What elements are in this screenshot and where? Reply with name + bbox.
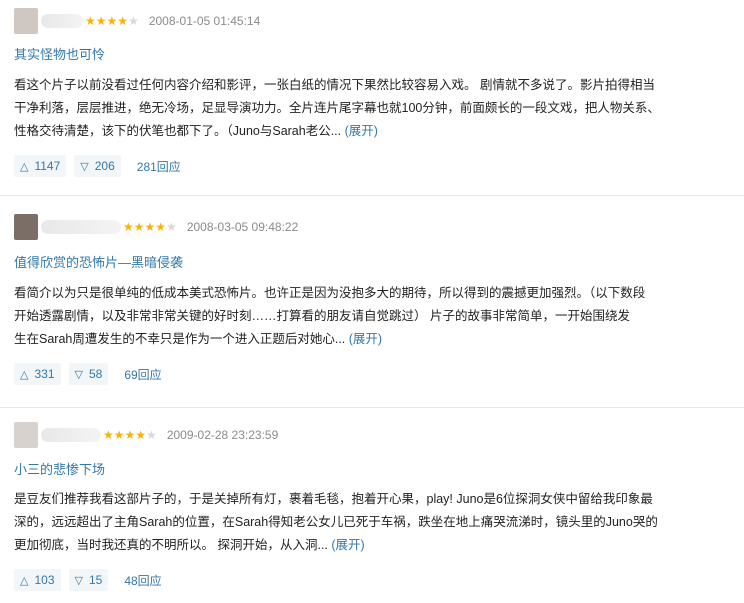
star-icon: ★ (85, 14, 96, 28)
star-icon: ★ (123, 220, 134, 234)
review-time: 2009-02-28 23:23:59 (166, 428, 279, 442)
star-icon: ★ (95, 14, 107, 28)
downvote-count: 206 (94, 159, 115, 173)
username-blurred[interactable] (41, 14, 83, 28)
triangle-down-icon: ▽ (74, 368, 83, 381)
star-icon: ★ (133, 220, 145, 234)
review-content-line: 看这个片子以前没看过任何内容介绍和影评，一张白纸的情况下果然比较容易入戏。 剧情… (14, 78, 655, 92)
upvote-button[interactable]: △ 103 (14, 569, 61, 591)
review-content-tail: 更加彻底，当时我还真的不明所以。 探洞开始，从入洞... (14, 538, 328, 552)
review-card: ★ ★ ★ ★ ★ 2008-03-05 09:48:22 值得欣赏的恐怖片—黑… (0, 196, 744, 408)
star-icon: ★ (124, 428, 136, 442)
rating-stars: ★ ★ ★ ★ ★ (103, 429, 157, 441)
review-content: 看简介以为只是很单纯的低成本美式恐怖片。也许正是因为没抱多大的期待，所以得到的震… (14, 282, 690, 351)
downvote-button[interactable]: ▽ 15 (68, 569, 109, 591)
review-time: 2008-03-05 09:48:22 (186, 220, 299, 234)
downvote-button[interactable]: ▽ 206 (74, 155, 121, 177)
review-actions: △ 331 ▽ 58 69回应 (14, 362, 162, 386)
review-content-line: 性格交待清楚，该下的伏笔也都下了。（Juno与Sarah老公... (展开) (14, 120, 690, 143)
triangle-up-icon: △ (20, 160, 29, 173)
star-icon: ★ (144, 220, 156, 234)
star-icon: ★ (113, 428, 125, 442)
review-title[interactable]: 小三的悲惨下场 (14, 459, 105, 478)
avatar[interactable] (14, 422, 38, 448)
review-title[interactable]: 其实怪物也可怜 (14, 44, 105, 63)
upvote-button[interactable]: △ 331 (14, 363, 61, 385)
star-icon: ★ (103, 428, 114, 442)
review-card: ★ ★ ★ ★ ★ 2009-02-28 23:23:59 小三的悲惨下场 是豆… (0, 408, 744, 603)
review-time: 2008-01-05 01:45:14 (148, 14, 261, 28)
replies-link[interactable]: 281回应 (137, 158, 181, 175)
review-content-line: 深的，远远超出了主角Sarah的位置，在Sarah得知老公女儿已死于车祸，跌坐在… (14, 515, 658, 529)
replies-link[interactable]: 69回应 (124, 366, 161, 383)
star-icon: ★ (166, 220, 177, 234)
star-icon: ★ (106, 14, 118, 28)
review-content-line: 生在Sarah周遭发生的不幸只是作为一个进入正题后对她心... (展开) (14, 328, 690, 351)
triangle-down-icon: ▽ (80, 160, 89, 173)
downvote-count: 15 (88, 573, 103, 587)
replies-link[interactable]: 48回应 (124, 572, 161, 589)
downvote-count: 58 (88, 367, 103, 381)
rating-stars: ★ ★ ★ ★ ★ (85, 15, 139, 27)
triangle-up-icon: △ (20, 368, 29, 381)
username-blurred[interactable] (41, 220, 121, 234)
star-icon: ★ (117, 14, 129, 28)
review-content-line: 看简介以为只是很单纯的低成本美式恐怖片。也许正是因为没抱多大的期待，所以得到的震… (14, 286, 646, 300)
review-actions: △ 103 ▽ 15 48回应 (14, 568, 162, 592)
review-content-line: 干净利落，层层推进，绝无冷场，足显导演功力。全片连片尾字幕也就100分钟，前面颇… (14, 101, 660, 115)
username-blurred[interactable] (41, 428, 101, 442)
review-card: ★ ★ ★ ★ ★ 2008-01-05 01:45:14 其实怪物也可怜 看这… (0, 0, 744, 196)
star-icon: ★ (146, 428, 157, 442)
review-content-tail: 性格交待清楚，该下的伏笔也都下了。（Juno与Sarah老公... (14, 124, 342, 138)
review-header: ★ ★ ★ ★ ★ 2009-02-28 23:23:59 (14, 422, 278, 448)
review-title[interactable]: 值得欣赏的恐怖片—黑暗侵袭 (14, 252, 183, 271)
expand-link[interactable]: (展开) (349, 332, 382, 346)
upvote-button[interactable]: △ 1147 (14, 155, 67, 177)
upvote-count: 1147 (34, 159, 61, 173)
review-header: ★ ★ ★ ★ ★ 2008-03-05 09:48:22 (14, 214, 298, 240)
avatar[interactable] (14, 8, 38, 34)
expand-link[interactable]: (展开) (345, 124, 378, 138)
downvote-button[interactable]: ▽ 58 (68, 363, 109, 385)
review-header: ★ ★ ★ ★ ★ 2008-01-05 01:45:14 (14, 8, 260, 34)
review-content-line: 开始透露剧情，以及非常非常关键的好时刻……打算看的朋友请自觉跳过） 片子的故事非… (14, 309, 630, 323)
review-content: 看这个片子以前没看过任何内容介绍和影评，一张白纸的情况下果然比较容易入戏。 剧情… (14, 74, 690, 143)
star-icon: ★ (155, 220, 167, 234)
triangle-down-icon: ▽ (74, 574, 83, 587)
expand-link[interactable]: (展开) (331, 538, 364, 552)
review-actions: △ 1147 ▽ 206 281回应 (14, 154, 181, 178)
review-content-tail: 生在Sarah周遭发生的不幸只是作为一个进入正题后对她心... (14, 332, 346, 346)
upvote-count: 103 (34, 573, 55, 587)
triangle-up-icon: △ (20, 574, 29, 587)
star-icon: ★ (135, 428, 147, 442)
avatar[interactable] (14, 214, 38, 240)
upvote-count: 331 (34, 367, 55, 381)
review-content-line: 是豆友们推荐我看这部片子的，于是关掉所有灯，裹着毛毯，抱着开心果，play! J… (14, 492, 653, 506)
rating-stars: ★ ★ ★ ★ ★ (123, 221, 177, 233)
review-content: 是豆友们推荐我看这部片子的，于是关掉所有灯，裹着毛毯，抱着开心果，play! J… (14, 488, 690, 557)
star-icon: ★ (128, 14, 139, 28)
review-content-line: 更加彻底，当时我还真的不明所以。 探洞开始，从入洞... (展开) (14, 534, 690, 557)
